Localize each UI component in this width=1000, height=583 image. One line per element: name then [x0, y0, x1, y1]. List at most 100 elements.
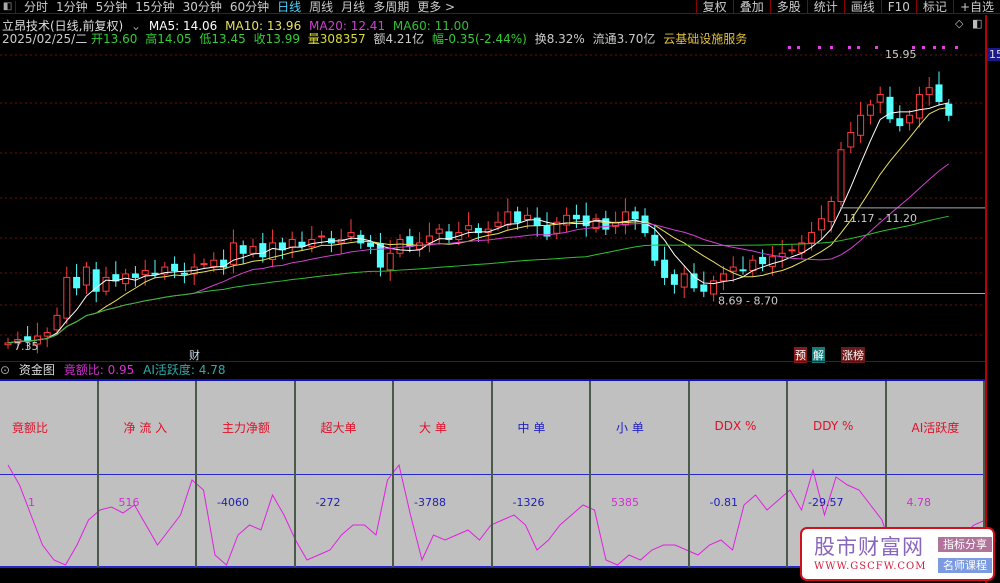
candle-body	[396, 238, 404, 254]
candle-body	[670, 274, 678, 285]
signal-dot	[848, 46, 851, 49]
column-label: DDX %	[714, 419, 757, 433]
candle-body	[817, 218, 825, 231]
period-toolbar: ◧ 分时 1分钟 5分钟 15分钟 30分钟 60分钟 日线 周线 月线 多周期 更多 > 复权 叠加…	[0, 0, 1000, 14]
fund-column: 竟额比 1	[0, 381, 99, 567]
toolbar-button[interactable]: 标记	[915, 0, 953, 14]
toolbar-button[interactable]: 复权	[695, 0, 733, 14]
column-value: 516	[118, 496, 140, 509]
candle-body	[514, 211, 522, 223]
ratio-value: 竟额比: 0.95	[63, 363, 135, 377]
sidebar-toggle-icon[interactable]: ◧	[0, 0, 16, 13]
signal-dot	[933, 46, 936, 49]
column-value: -1326	[512, 496, 545, 509]
candle-body	[886, 96, 894, 120]
candle-body	[572, 214, 580, 220]
candle-body	[523, 214, 531, 220]
period-tab[interactable]: 分时	[24, 0, 48, 14]
course-badge[interactable]: 名师课程	[938, 558, 992, 573]
price-annotation: 15.95	[885, 48, 917, 61]
column-value: -4060	[217, 496, 249, 509]
period-tab[interactable]: 日线	[277, 0, 301, 14]
period-tab[interactable]: 多周期	[373, 0, 409, 14]
toolbar-button[interactable]: 画线	[843, 0, 881, 14]
candle-body	[494, 221, 502, 227]
watermark-url: WWW.GSCFW.COM	[814, 561, 927, 572]
candle-body	[680, 273, 688, 288]
period-tab[interactable]: 更多 >	[417, 0, 455, 14]
period-tab[interactable]: 周线	[309, 0, 333, 14]
candle-body	[631, 211, 639, 220]
signal-dot	[922, 46, 925, 49]
candle-body	[719, 273, 727, 282]
fund-column: 小 单 5385	[591, 381, 690, 567]
candle-body	[259, 243, 267, 258]
column-value: 1	[28, 496, 35, 509]
candle-body	[827, 201, 835, 223]
column-value: -272	[315, 496, 341, 509]
period-tab[interactable]: 月线	[341, 0, 365, 14]
candle-body	[180, 272, 188, 275]
candle-body	[935, 84, 943, 102]
toolbar-button[interactable]: F10	[880, 0, 916, 14]
share-badge[interactable]: 指标分享	[938, 537, 992, 552]
signal-dot	[857, 46, 860, 49]
candle-body	[788, 249, 796, 252]
ma5-line	[7, 102, 949, 344]
candle-body	[200, 263, 208, 266]
column-label: 中 单	[517, 421, 546, 435]
toolbar-button[interactable]: 多股	[769, 0, 807, 14]
candle-body	[857, 114, 865, 136]
candle-body	[739, 269, 747, 272]
toolbar-button[interactable]: +自选	[952, 0, 1000, 14]
column-label: 竟额比	[12, 421, 49, 435]
ma20-line	[7, 163, 950, 344]
candle-body	[504, 211, 512, 226]
collapse-icon[interactable]: ⊙	[0, 363, 10, 377]
column-label: 大 单	[419, 421, 447, 435]
toolbar-button[interactable]: 叠加	[732, 0, 770, 14]
candle-body	[151, 272, 159, 275]
period-tab[interactable]: 30分钟	[183, 0, 222, 14]
diamond-icon[interactable]: ◇	[955, 17, 963, 30]
candle-body	[347, 232, 355, 238]
candle-body	[876, 94, 884, 103]
candle-body	[866, 104, 874, 116]
candle-body	[729, 266, 737, 272]
period-tab[interactable]: 60分钟	[230, 0, 269, 14]
candle-body	[759, 256, 767, 265]
candle-body	[102, 276, 110, 292]
signal-dot	[955, 46, 958, 49]
fund-column: 大 单 -3788	[394, 381, 493, 567]
candlestick-chart[interactable]: 15.95 8.69 - 8.70 11.17 - 11.20 7.35	[0, 44, 985, 362]
period-tab[interactable]: 5分钟	[96, 0, 128, 14]
candle-body	[925, 87, 933, 96]
period-tab[interactable]: 1分钟	[56, 0, 88, 14]
lower-title: 资金图	[18, 363, 55, 377]
fund-column: 净 流 入 516	[99, 381, 197, 567]
toolbar-button[interactable]: 统计	[806, 0, 844, 14]
signal-dot	[875, 46, 878, 49]
candle-body	[82, 266, 90, 286]
period-tab[interactable]: 15分钟	[135, 0, 174, 14]
candle-body	[249, 245, 257, 254]
candle-body	[288, 238, 296, 248]
candle-body	[808, 232, 816, 244]
candle-body	[435, 228, 443, 234]
candle-body	[915, 94, 923, 119]
candle-body	[53, 314, 61, 331]
candle-body	[376, 243, 384, 268]
candle-body	[847, 132, 855, 148]
candle-body	[906, 114, 914, 124]
candle-body	[837, 149, 845, 203]
candle-body	[749, 259, 757, 272]
panel-toggle-icon[interactable]: ◧	[972, 17, 982, 30]
candle-body	[768, 256, 776, 267]
signal-dot	[818, 46, 821, 49]
column-label: DDY %	[813, 419, 854, 433]
watermark-title: 股市财富网	[814, 535, 924, 559]
candle-body	[465, 225, 473, 231]
candle-body	[661, 259, 669, 278]
column-label: 主力净额	[222, 421, 271, 435]
column-value: 4.78	[906, 496, 932, 509]
